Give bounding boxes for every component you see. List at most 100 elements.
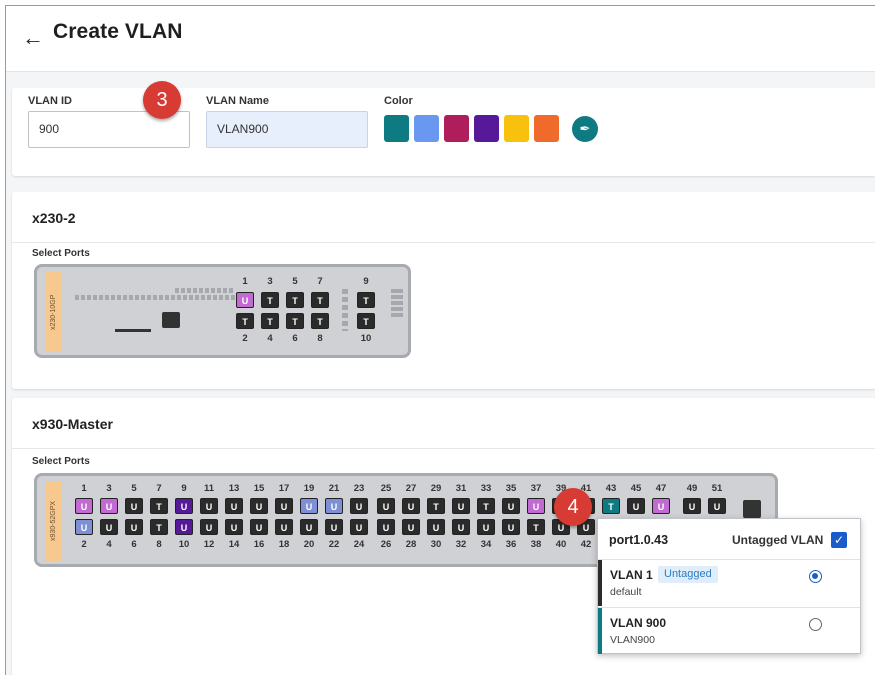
row-accent xyxy=(598,608,602,654)
page-title: Create VLAN xyxy=(53,20,183,43)
divider xyxy=(12,448,875,449)
port-4[interactable]: U xyxy=(100,519,118,535)
untagged-vlan-label: Untagged VLAN xyxy=(732,533,824,547)
port-22[interactable]: U xyxy=(325,519,343,535)
port-31[interactable]: U xyxy=(452,498,470,514)
port-18[interactable]: U xyxy=(275,519,293,535)
port-number: 43 xyxy=(605,483,617,494)
port-number: 6 xyxy=(292,333,298,344)
port-3[interactable]: T xyxy=(261,292,279,308)
port-number: 5 xyxy=(131,483,137,494)
port-number: 19 xyxy=(303,483,315,494)
port-9[interactable]: U xyxy=(175,498,193,514)
port-7[interactable]: T xyxy=(150,498,168,514)
port-4[interactable]: T xyxy=(261,313,279,329)
port-number: 2 xyxy=(81,539,87,550)
port-17[interactable]: U xyxy=(275,498,293,514)
port-38[interactable]: T xyxy=(527,519,545,535)
port-number: 13 xyxy=(228,483,240,494)
color-swatch[interactable] xyxy=(504,115,529,142)
port-12[interactable]: U xyxy=(200,519,218,535)
port-9[interactable]: T xyxy=(357,292,375,308)
port-6[interactable]: T xyxy=(286,313,304,329)
port-30[interactable]: U xyxy=(427,519,445,535)
mgmt-port xyxy=(743,500,761,518)
port-6[interactable]: U xyxy=(125,519,143,535)
port-number: 17 xyxy=(278,483,290,494)
port-8[interactable]: T xyxy=(311,313,329,329)
color-swatch[interactable] xyxy=(534,115,559,142)
port-number: 42 xyxy=(580,539,592,550)
vlan-radio[interactable] xyxy=(809,618,822,631)
port-number: 10 xyxy=(178,539,190,550)
port-number: 45 xyxy=(630,483,642,494)
port-28[interactable]: U xyxy=(402,519,420,535)
port-47[interactable]: U xyxy=(652,498,670,514)
row-accent xyxy=(598,560,602,606)
eyedropper-icon[interactable]: ✒ xyxy=(572,116,598,142)
color-swatch[interactable] xyxy=(414,115,439,142)
port-1[interactable]: U xyxy=(75,498,93,514)
port-number: 3 xyxy=(267,276,273,287)
port-19[interactable]: U xyxy=(300,498,318,514)
port-10[interactable]: U xyxy=(175,519,193,535)
switch-model-label: x230-10GP xyxy=(45,272,62,352)
port-5[interactable]: T xyxy=(286,292,304,308)
vlan-name-input[interactable]: VLAN900 xyxy=(206,111,368,148)
port-5[interactable]: U xyxy=(125,498,143,514)
port-1[interactable]: U xyxy=(236,292,254,308)
color-swatch[interactable] xyxy=(384,115,409,142)
port-35[interactable]: U xyxy=(502,498,520,514)
port-23[interactable]: U xyxy=(350,498,368,514)
port-32[interactable]: U xyxy=(452,519,470,535)
port-43[interactable]: T xyxy=(602,498,620,514)
port-7[interactable]: T xyxy=(311,292,329,308)
port-36[interactable]: U xyxy=(502,519,520,535)
port-21[interactable]: U xyxy=(325,498,343,514)
port-27[interactable]: U xyxy=(402,498,420,514)
port-20[interactable]: U xyxy=(300,519,318,535)
port-number: 10 xyxy=(360,333,372,344)
port-51[interactable]: U xyxy=(708,498,726,514)
switch-model-label: x930-52GPX xyxy=(45,481,62,561)
port-number: 11 xyxy=(203,483,215,494)
port-25[interactable]: U xyxy=(377,498,395,514)
port-number: 26 xyxy=(380,539,392,550)
color-swatch[interactable] xyxy=(444,115,469,142)
port-number: 34 xyxy=(480,539,492,550)
port-number: 24 xyxy=(353,539,365,550)
port-13[interactable]: U xyxy=(225,498,243,514)
port-number: 20 xyxy=(303,539,315,550)
port-11[interactable]: U xyxy=(200,498,218,514)
untagged-vlan-checkbox[interactable]: ✓ xyxy=(831,532,847,548)
page-header: ← Create VLAN xyxy=(6,6,875,72)
vlan-option-row[interactable]: VLAN 1 Untagged default xyxy=(598,559,860,606)
port-number: 31 xyxy=(455,483,467,494)
port-24[interactable]: U xyxy=(350,519,368,535)
led-strip xyxy=(175,288,235,293)
port-26[interactable]: U xyxy=(377,519,395,535)
port-8[interactable]: T xyxy=(150,519,168,535)
port-number: 1 xyxy=(242,276,248,287)
vlan-radio-selected[interactable] xyxy=(809,570,822,583)
port-49[interactable]: U xyxy=(683,498,701,514)
color-label: Color xyxy=(384,95,413,107)
console-port xyxy=(162,312,180,328)
port-16[interactable]: U xyxy=(250,519,268,535)
port-14[interactable]: U xyxy=(225,519,243,535)
port-3[interactable]: U xyxy=(100,498,118,514)
vlan-option-row[interactable]: VLAN 900 VLAN900 xyxy=(598,607,860,654)
port-29[interactable]: T xyxy=(427,498,445,514)
port-15[interactable]: U xyxy=(250,498,268,514)
port-45[interactable]: U xyxy=(627,498,645,514)
port-34[interactable]: U xyxy=(477,519,495,535)
port-2[interactable]: T xyxy=(236,313,254,329)
back-arrow-icon[interactable]: ← xyxy=(22,25,44,51)
port-number: 27 xyxy=(405,483,417,494)
port-33[interactable]: T xyxy=(477,498,495,514)
port-2[interactable]: U xyxy=(75,519,93,535)
port-10[interactable]: T xyxy=(357,313,375,329)
vlan-option-name: VLAN 900 xyxy=(610,616,667,630)
port-37[interactable]: U xyxy=(527,498,545,514)
color-swatch[interactable] xyxy=(474,115,499,142)
